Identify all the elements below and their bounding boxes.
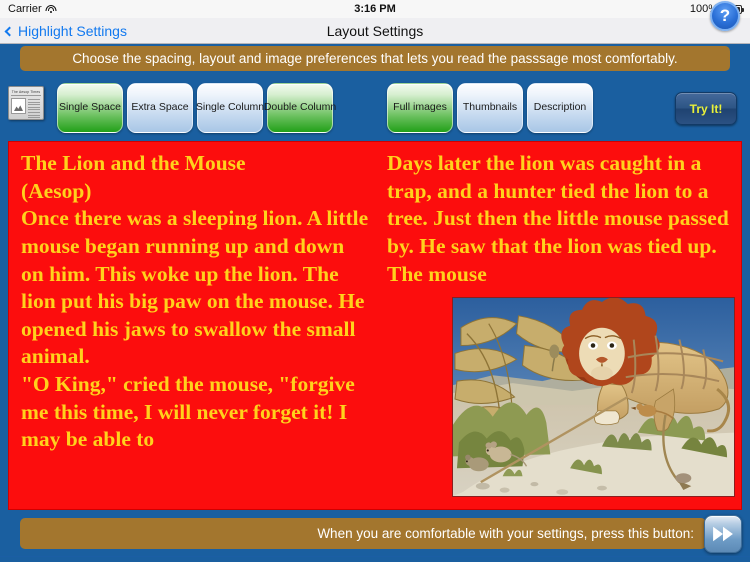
instruction-banner: Choose the spacing, layout and image pre… <box>20 46 730 71</box>
passage-column-left: The Lion and the Mouse (Aesop) Once ther… <box>21 150 371 505</box>
passage-title: The Lion and the Mouse <box>21 151 246 175</box>
option-label: Single Space <box>59 101 121 114</box>
passage-paragraph: "O King," cried the mouse, "forgive me t… <box>21 372 355 452</box>
option-full-images[interactable]: Full images <box>387 83 453 133</box>
instruction-band: Choose the spacing, layout and image pre… <box>0 45 750 73</box>
option-thumbnails[interactable]: Thumbnails <box>457 83 523 133</box>
newspaper-lines <box>28 97 43 119</box>
page-title: Layout Settings <box>326 23 424 39</box>
navigation-bar: Highlight Settings Layout Settings <box>0 18 750 44</box>
fast-forward-icon <box>713 526 733 542</box>
option-double-column[interactable]: Double Column <box>263 83 337 133</box>
passage-paragraph: Days later the lion was caught in a trap… <box>387 151 729 286</box>
help-button[interactable]: ? <box>710 1 740 31</box>
option-label: Description <box>533 101 587 114</box>
passage-author: (Aesop) <box>21 178 92 203</box>
newspaper-icon: The Aesop Times <box>8 86 44 120</box>
app-root: Carrier 3:16 PM 100% Highlight Settings … <box>0 0 750 562</box>
passage-paragraph: Once there was a sleeping lion. A little… <box>21 206 369 369</box>
option-extra-space[interactable]: Extra Space <box>127 83 193 133</box>
option-label: Thumbnails <box>462 101 518 114</box>
option-label: Full images <box>393 101 447 114</box>
settings-toolbar: The Aesop Times Single Space Extra Space… <box>0 73 750 139</box>
option-single-column[interactable]: Single Column <box>195 83 265 133</box>
bottom-bar: When you are comfortable with your setti… <box>0 510 750 562</box>
bottom-instruction: When you are comfortable with your setti… <box>20 518 706 549</box>
next-button[interactable] <box>704 515 742 553</box>
newspaper-masthead: The Aesop Times <box>11 90 41 96</box>
option-label: Double Column <box>263 101 337 114</box>
option-single-space[interactable]: Single Space <box>57 83 123 133</box>
try-it-button[interactable]: Try It! <box>675 92 737 125</box>
lion-and-mice-illustration <box>453 298 734 496</box>
option-label: Single Column <box>195 101 265 114</box>
question-mark-circle-icon: ? <box>719 6 731 25</box>
newspaper-photo-icon <box>11 98 26 114</box>
ios-status-bar: Carrier 3:16 PM 100% <box>0 0 750 18</box>
option-description[interactable]: Description <box>527 83 593 133</box>
bottom-edge-strip <box>0 556 750 562</box>
option-label: Extra Space <box>131 101 189 114</box>
passage-preview-panel[interactable]: The Lion and the Mouse (Aesop) Once ther… <box>8 141 742 510</box>
passage-illustration <box>452 297 735 497</box>
status-bar-clock: 3:16 PM <box>354 3 396 15</box>
try-it-label: Try It! <box>689 101 723 116</box>
